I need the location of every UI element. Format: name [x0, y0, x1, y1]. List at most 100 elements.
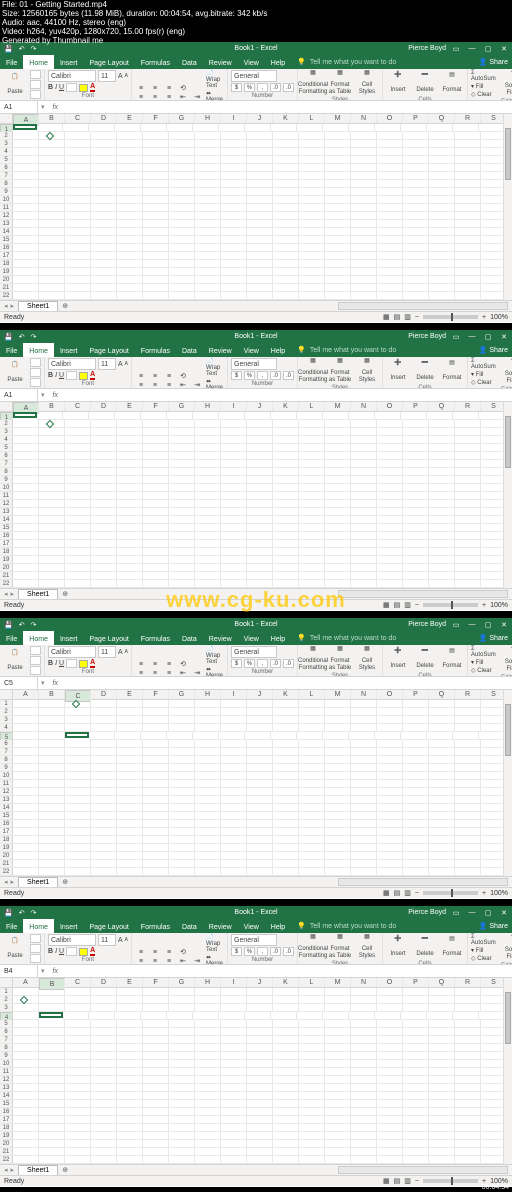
cell-L7[interactable]: [299, 460, 325, 468]
cell-N4[interactable]: [351, 436, 377, 444]
cell-F4[interactable]: [143, 148, 169, 156]
cell-C1[interactable]: [63, 412, 89, 420]
cell-B12[interactable]: [39, 500, 65, 508]
row-head-4[interactable]: 4: [0, 724, 13, 732]
cell-M5[interactable]: [325, 444, 351, 452]
cell-G11[interactable]: [169, 780, 195, 788]
cell-styles-button[interactable]: ▦Cell Styles: [355, 358, 379, 384]
cell-D7[interactable]: [91, 748, 117, 756]
cell-C21[interactable]: [65, 572, 91, 580]
cell-Q3[interactable]: [429, 1004, 455, 1012]
font-name-select[interactable]: Calibri: [48, 934, 96, 946]
cell-I15[interactable]: [221, 236, 247, 244]
cell-J3[interactable]: [247, 140, 273, 148]
increase-decimal-button[interactable]: .0: [270, 659, 281, 668]
cell-Q19[interactable]: [429, 1132, 455, 1140]
cell-E7[interactable]: [117, 460, 143, 468]
cell-L16[interactable]: [299, 1108, 325, 1116]
cell-K3[interactable]: [273, 1004, 299, 1012]
font-name-select[interactable]: Calibri: [48, 358, 96, 370]
col-head-I[interactable]: I: [221, 690, 247, 699]
sheet-nav-prev-icon[interactable]: ◂: [4, 590, 8, 598]
view-normal-icon[interactable]: ▦: [383, 1177, 390, 1185]
cell-R8[interactable]: [455, 756, 481, 764]
cell-G9[interactable]: [169, 188, 195, 196]
cell-R7[interactable]: [455, 1036, 481, 1044]
cell-K17[interactable]: [273, 540, 299, 548]
cell-H10[interactable]: [195, 196, 221, 204]
cell-B10[interactable]: [39, 1060, 65, 1068]
cell-L2[interactable]: [299, 708, 325, 716]
cell-K11[interactable]: [273, 780, 299, 788]
cell-H18[interactable]: [195, 1124, 221, 1132]
cell-A7[interactable]: [13, 748, 39, 756]
cell-R20[interactable]: [455, 564, 481, 572]
cell-O6[interactable]: [377, 164, 403, 172]
cell-P14[interactable]: [403, 228, 429, 236]
cell-O14[interactable]: [377, 228, 403, 236]
cell-A21[interactable]: [13, 1148, 39, 1156]
cell-I17[interactable]: [221, 1116, 247, 1124]
align-center-button[interactable]: ≡: [149, 957, 161, 965]
cell-E6[interactable]: [117, 1028, 143, 1036]
cell-L3[interactable]: [299, 428, 325, 436]
user-name[interactable]: Pierce Boyd: [408, 621, 446, 628]
cell-E14[interactable]: [117, 228, 143, 236]
cell-H9[interactable]: [195, 188, 221, 196]
cell-O1[interactable]: [377, 988, 403, 996]
cell-Q21[interactable]: [429, 860, 455, 868]
cell-D21[interactable]: [91, 1148, 117, 1156]
cell-H10[interactable]: [195, 484, 221, 492]
cell-K15[interactable]: [273, 812, 299, 820]
cell-P21[interactable]: [403, 572, 429, 580]
cell-H9[interactable]: [195, 476, 221, 484]
cell-E3[interactable]: [117, 1004, 143, 1012]
cell-G1[interactable]: [167, 412, 193, 420]
cell-D22[interactable]: [91, 1156, 117, 1164]
cell-B21[interactable]: [39, 860, 65, 868]
cell-G6[interactable]: [169, 452, 195, 460]
cell-Q21[interactable]: [429, 284, 455, 292]
cell-N7[interactable]: [351, 460, 377, 468]
cell-F3[interactable]: [143, 428, 169, 436]
cell-D16[interactable]: [91, 820, 117, 828]
row-head-5[interactable]: 5: [0, 444, 13, 452]
cell-R13[interactable]: [455, 1084, 481, 1092]
cut-button[interactable]: [30, 646, 41, 655]
font-size-select[interactable]: 11: [98, 70, 116, 82]
number-format-select[interactable]: General: [231, 358, 277, 370]
cell-L22[interactable]: [299, 1156, 325, 1164]
cell-E20[interactable]: [117, 276, 143, 284]
row-head-9[interactable]: 9: [0, 764, 13, 772]
cell-H12[interactable]: [195, 788, 221, 796]
cell-C20[interactable]: [65, 276, 91, 284]
cell-L1[interactable]: [297, 412, 323, 420]
cell-R5[interactable]: [453, 732, 479, 740]
cell-H8[interactable]: [195, 468, 221, 476]
cell-R14[interactable]: [455, 516, 481, 524]
row-head-13[interactable]: 13: [0, 220, 13, 228]
cell-B15[interactable]: [39, 236, 65, 244]
cell-G10[interactable]: [169, 772, 195, 780]
cell-P9[interactable]: [403, 476, 429, 484]
cell-O16[interactable]: [377, 532, 403, 540]
cell-H3[interactable]: [195, 140, 221, 148]
cell-A20[interactable]: [13, 852, 39, 860]
cell-N14[interactable]: [351, 804, 377, 812]
cell-G14[interactable]: [169, 516, 195, 524]
cell-K13[interactable]: [273, 1084, 299, 1092]
cell-I2[interactable]: [221, 132, 247, 140]
horizontal-scrollbar[interactable]: [338, 590, 508, 598]
autosum-button[interactable]: Σ AutoSum: [471, 358, 499, 370]
cell-A15[interactable]: [13, 524, 39, 532]
cell-D7[interactable]: [91, 172, 117, 180]
cell-F18[interactable]: [143, 1124, 169, 1132]
fill-color-button[interactable]: [79, 660, 88, 668]
cell-N10[interactable]: [351, 196, 377, 204]
col-head-J[interactable]: J: [247, 114, 273, 123]
cell-Q15[interactable]: [429, 812, 455, 820]
cell-R20[interactable]: [455, 852, 481, 860]
cell-N19[interactable]: [351, 556, 377, 564]
cell-F3[interactable]: [143, 1004, 169, 1012]
cell-K4[interactable]: [271, 1012, 297, 1020]
